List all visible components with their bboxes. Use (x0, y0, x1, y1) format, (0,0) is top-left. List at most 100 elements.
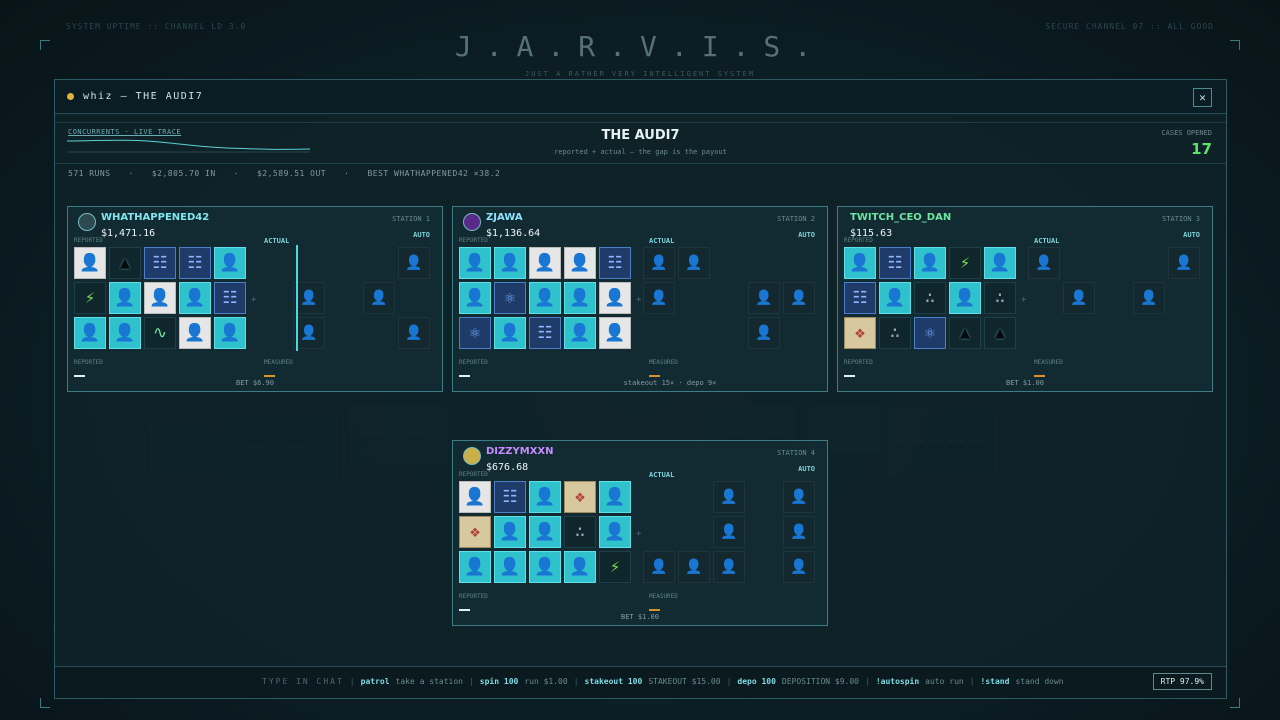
shards-icon: ∴ (889, 322, 901, 343)
station-footer: BET $1.00 (1006, 379, 1044, 387)
actual-label: ACTUAL (649, 237, 675, 245)
command-description: DEPOSITION $9.00 (781, 677, 859, 686)
measured-marker (649, 609, 660, 611)
person-icon: 👤 (569, 252, 591, 273)
close-button[interactable]: ✕ (1193, 88, 1212, 107)
reveal-scan-bar (296, 245, 298, 351)
person-icon: 👤 (569, 556, 591, 577)
command-separator: | (726, 677, 732, 686)
cases-opened-label: CASES OPENED (1161, 129, 1212, 137)
person-icon: 👤 (919, 252, 941, 273)
command-bar: TYPE IN CHAT | patrol take a station | spin 1… (55, 666, 1226, 698)
person-icon: 👤 (405, 255, 423, 271)
actual-slot: 👤 (748, 317, 780, 349)
rtp-badge: RTP 97.9% (1152, 673, 1212, 690)
command-separator: | (349, 677, 355, 686)
person-icon: 👤 (464, 486, 486, 507)
reported-footer-label: REPORTED (459, 359, 488, 366)
actual-label: ACTUAL (264, 237, 290, 245)
reported-slot: ⚡ (74, 282, 106, 314)
actual-label: ACTUAL (1034, 237, 1060, 245)
reported-slot: 👤 (494, 247, 526, 279)
reported-footer-label: REPORTED (459, 593, 488, 600)
measured-marker (649, 375, 660, 377)
reported-grid: 👤 👤 👤 👤 ☷ 👤 ⚛ 👤 👤 👤 ⚛ 👤 ☷ 👤 👤 (459, 247, 631, 349)
person-icon: 👤 (989, 252, 1011, 273)
person-icon: 👤 (499, 556, 521, 577)
command-separator: | (573, 677, 579, 686)
person-icon: 👤 (79, 322, 101, 343)
cases-opened-value: 17 (1191, 140, 1212, 158)
reported-slot: 👤 (494, 317, 526, 349)
actual-slot (713, 247, 745, 279)
person-icon: 👤 (534, 252, 556, 273)
actual-slot (783, 317, 815, 349)
person-icon: 👤 (720, 559, 738, 575)
person-icon: 👤 (720, 489, 738, 505)
command-spin-100[interactable]: spin 100 (480, 677, 519, 686)
document-icon: ☷ (187, 252, 203, 273)
reported-slot: 👤 (984, 247, 1016, 279)
plus-sign: + (251, 295, 257, 305)
actual-slot (363, 317, 395, 349)
map-icon: ❖ (854, 322, 866, 343)
jarvis-tagline: JUST A RATHER VERY INTELLIGENT SYSTEM (525, 70, 755, 78)
person-icon: 👤 (534, 486, 556, 507)
command-autospin[interactable]: !autospin (876, 677, 919, 686)
actual-grid: 👤 👤 👤 👤 👤 (258, 247, 430, 349)
actual-slot (363, 247, 395, 279)
command-description: auto run (925, 677, 964, 686)
actual-slot: 👤 (713, 516, 745, 548)
person-icon: 👤 (685, 559, 703, 575)
bolt-icon: ⚡ (959, 252, 971, 273)
station-card: ZJAWA $1,136.64 STATION 2 AUTO REPORTED … (452, 206, 828, 392)
person-icon: 👤 (569, 322, 591, 343)
reported-slot: ☷ (214, 282, 246, 314)
reported-slot: ∴ (914, 282, 946, 314)
actual-slot (678, 317, 710, 349)
person-icon: 👤 (499, 252, 521, 273)
reported-slot: ⚛ (914, 317, 946, 349)
person-icon: 👤 (604, 322, 626, 343)
actual-slot: 👤 (398, 247, 430, 279)
person-icon: 👤 (534, 556, 556, 577)
reported-slot: 👤 (599, 516, 631, 548)
station-footer: stakeout 15× · depo 9× (623, 379, 717, 387)
command-stakeout-100[interactable]: stakeout 100 (585, 677, 643, 686)
actual-slot (713, 317, 745, 349)
actual-slot (748, 516, 780, 548)
person-icon: 👤 (790, 559, 808, 575)
command-patrol[interactable]: patrol (361, 677, 390, 686)
atom-icon: ⚛ (504, 287, 516, 308)
reported-slot: ⚛ (459, 317, 491, 349)
reported-marker (844, 375, 855, 377)
person-icon: 👤 (499, 521, 521, 542)
command-stand[interactable]: !stand (981, 677, 1010, 686)
actual-slot (398, 282, 430, 314)
person-icon: 👤 (755, 325, 773, 341)
reported-slot: ∴ (984, 282, 1016, 314)
station-number: STATION 2 (777, 215, 815, 223)
actual-slot: 👤 (398, 317, 430, 349)
reported-marker (459, 609, 470, 611)
shards-icon: ∴ (924, 287, 936, 308)
actual-slot: 👤 (713, 551, 745, 583)
reported-marker (459, 375, 470, 377)
avatar (78, 213, 96, 231)
reported-slot: 👤 (459, 481, 491, 513)
reported-slot: 👤 (564, 551, 596, 583)
reported-slot: 👤 (109, 282, 141, 314)
reported-slot: 👤 (214, 317, 246, 349)
player-name: WHATHAPPENED42 (101, 212, 210, 223)
actual-slot (1133, 317, 1165, 349)
window-title: whiz — THE AUDI7 (83, 91, 204, 102)
person-icon: 👤 (464, 252, 486, 273)
reported-slot: ☷ (599, 247, 631, 279)
player-name: DIZZYMXXN (486, 446, 554, 457)
person-icon: 👤 (464, 556, 486, 577)
actual-label: ACTUAL (649, 471, 675, 479)
atom-icon: ⚛ (469, 322, 481, 343)
person-icon: 👤 (604, 486, 626, 507)
actual-slot: 👤 (1063, 282, 1095, 314)
command-depo-100[interactable]: depo 100 (737, 677, 776, 686)
